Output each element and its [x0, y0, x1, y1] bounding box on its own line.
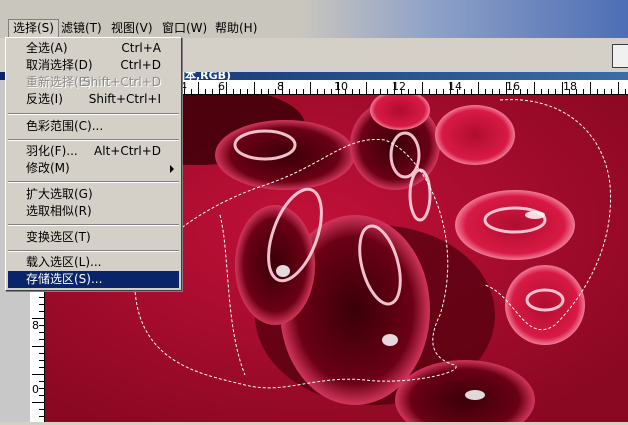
menu-item-label: 取消选择(D)	[26, 58, 93, 72]
ruler-mark-8: 8	[277, 80, 284, 93]
menu-filter[interactable]: 滤镜(T)	[57, 20, 106, 37]
select-menu: 全选(A) Ctrl+A 取消选择(D) Ctrl+D 重新选择(E) Shif…	[5, 37, 182, 291]
menu-separator	[8, 181, 179, 183]
ruler-mark-v0: 0	[32, 383, 39, 396]
menu-item-reselect: 重新选择(E) Shift+Ctrl+D	[8, 74, 179, 91]
menu-select[interactable]: 选择(S)	[8, 19, 59, 37]
menu-item-label: 全选(A)	[26, 41, 68, 55]
ruler-mark-12: 12	[392, 80, 406, 93]
menu-view[interactable]: 视图(V)	[107, 20, 157, 37]
menu-item-deselect[interactable]: 取消选择(D) Ctrl+D	[8, 57, 179, 74]
submenu-arrow-icon	[170, 165, 174, 173]
menu-item-label: 色彩范围(C)...	[26, 119, 104, 133]
menu-item-label: 载入选区(L)...	[26, 255, 102, 269]
menu-item-shortcut: Shift+Ctrl+D	[83, 75, 161, 89]
menu-item-grow[interactable]: 扩大选取(G)	[8, 186, 179, 203]
menu-item-select-all[interactable]: 全选(A) Ctrl+A	[8, 40, 179, 57]
menu-item-save-selection[interactable]: 存储选区(S)...	[8, 271, 179, 288]
menu-separator	[8, 113, 179, 115]
menu-window[interactable]: 窗口(W)	[158, 20, 211, 37]
menu-item-similar[interactable]: 选取相似(R)	[8, 203, 179, 220]
options-field[interactable]	[612, 44, 628, 68]
menu-item-label: 修改(M)	[26, 161, 70, 175]
menu-separator	[8, 139, 179, 141]
menu-help[interactable]: 帮助(H)	[211, 20, 261, 37]
menu-item-label: 存储选区(S)...	[26, 272, 103, 286]
menu-item-label: 反选(I)	[26, 92, 63, 106]
menu-item-label: 变换选区(T)	[26, 230, 91, 244]
menu-item-feather[interactable]: 羽化(F)... Alt+Ctrl+D	[8, 143, 179, 160]
menu-item-shortcut: Ctrl+D	[120, 58, 161, 72]
menu-bar: 选择(S) 滤镜(T) 视图(V) 窗口(W) 帮助(H)	[0, 0, 628, 38]
menu-item-shortcut: Shift+Ctrl+I	[88, 92, 161, 106]
menu-item-load-selection[interactable]: 载入选区(L)...	[8, 254, 179, 271]
menu-separator	[8, 224, 179, 226]
ruler-mark-6: 6	[218, 80, 225, 93]
menu-item-inverse[interactable]: 反选(I) Shift+Ctrl+I	[8, 91, 179, 108]
menu-item-color-range[interactable]: 色彩范围(C)...	[8, 118, 179, 135]
menu-item-label: 扩大选取(G)	[26, 187, 93, 201]
ruler-mark-14: 14	[448, 80, 462, 93]
menu-item-shortcut: Alt+Ctrl+D	[94, 144, 161, 158]
menu-item-modify[interactable]: 修改(M)	[8, 160, 179, 177]
menu-item-label: 重新选择(E)	[26, 75, 91, 89]
menu-item-label: 选取相似(R)	[26, 204, 92, 218]
menu-separator	[8, 250, 179, 252]
document-title: 副本,RGB)	[174, 72, 232, 80]
ruler-mark-10: 10	[334, 80, 348, 93]
ruler-mark-18: 18	[563, 80, 577, 93]
menu-item-label: 羽化(F)...	[26, 144, 78, 158]
menu-item-transform-selection[interactable]: 变换选区(T)	[8, 229, 179, 246]
menu-item-shortcut: Ctrl+A	[121, 41, 161, 55]
ruler-mark-v8: 8	[32, 319, 39, 332]
ruler-mark-16: 16	[506, 80, 520, 93]
